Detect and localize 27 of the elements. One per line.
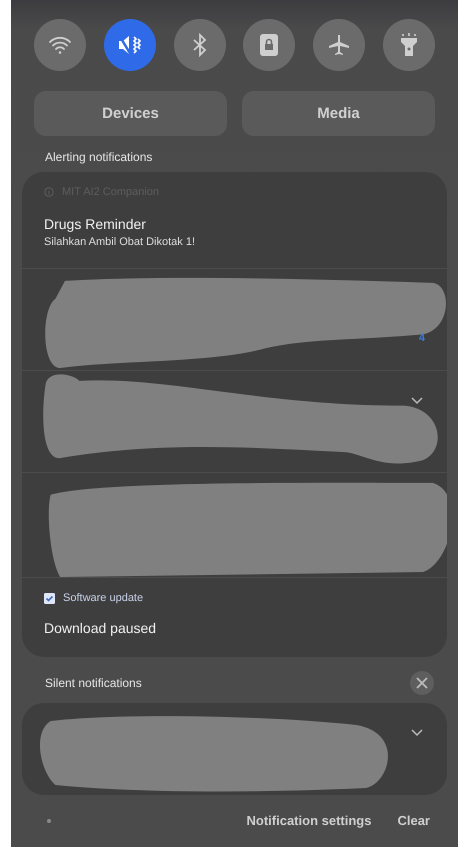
- flashlight-icon: [400, 32, 418, 58]
- page-dot: [47, 818, 51, 822]
- bluetooth-icon: [192, 33, 208, 57]
- notification-item[interactable]: [22, 472, 447, 577]
- notification-item[interactable]: Software update Download paused: [22, 577, 447, 657]
- panel-button[interactable]: Media: [242, 91, 435, 136]
- chevron-down-icon[interactable]: [411, 729, 423, 737]
- wifi-icon: [48, 35, 72, 55]
- close-button[interactable]: [410, 671, 434, 695]
- clear-button[interactable]: Clear: [397, 813, 430, 828]
- notification-body: Silahkan Ambil Obat Dikotak 1!: [44, 236, 196, 248]
- settings-link[interactable]: Notification settings: [246, 813, 372, 828]
- section-heading: Alerting notifications: [45, 150, 152, 164]
- chevron-down-icon[interactable]: [411, 397, 423, 405]
- mute-vibrate-icon: [116, 33, 143, 57]
- quick-toggle[interactable]: [34, 19, 86, 71]
- lock-icon: [259, 33, 280, 57]
- section-heading: Silent notifications: [45, 676, 142, 690]
- app-name: Software update: [63, 592, 144, 604]
- info-icon: [44, 187, 54, 197]
- checkbox-icon: [44, 592, 55, 604]
- notification-title: Download paused: [44, 620, 158, 636]
- close-icon: [416, 677, 428, 689]
- panel-button[interactable]: Devices: [34, 91, 227, 136]
- notification-count: 4: [418, 332, 425, 344]
- notification-title: Drugs Reminder: [44, 216, 147, 232]
- airplane-icon: [327, 33, 352, 57]
